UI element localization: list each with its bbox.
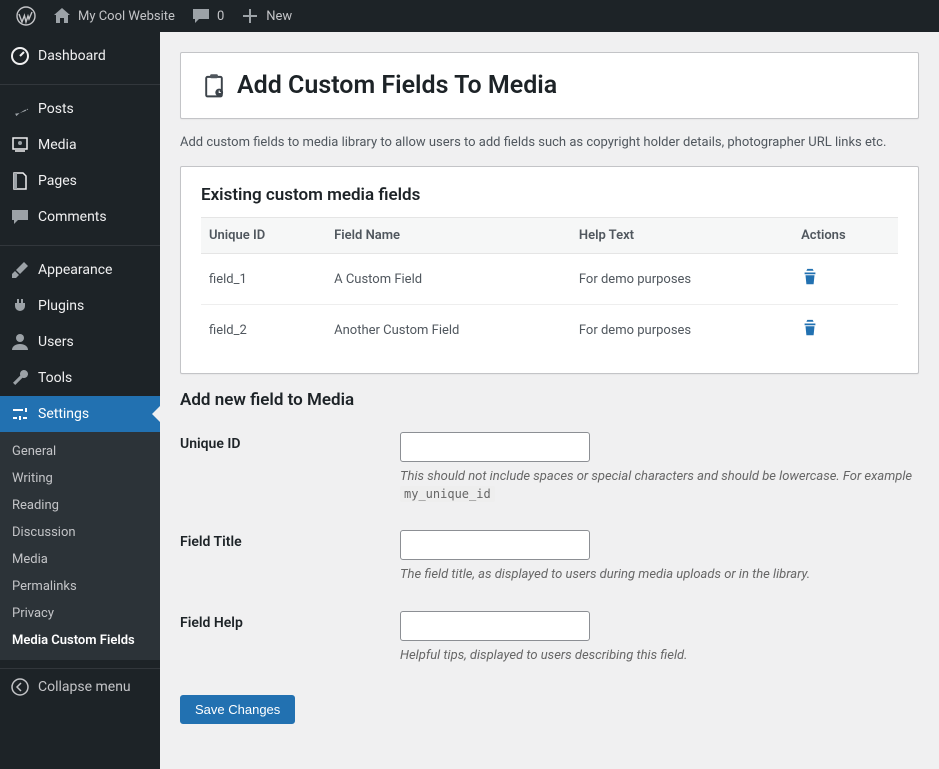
- page-title: Add Custom Fields To Media: [237, 71, 557, 100]
- site-name: My Cool Website: [78, 9, 175, 24]
- wp-logo[interactable]: [8, 0, 44, 32]
- media-icon: [10, 135, 30, 155]
- submenu-media[interactable]: Media: [0, 546, 160, 573]
- comment-icon: [191, 6, 211, 26]
- sidebar-item-settings[interactable]: Settings: [0, 396, 160, 432]
- sidebar-item-label: Plugins: [38, 298, 84, 314]
- sidebar-item-label: Posts: [38, 101, 74, 117]
- cell-help: For demo purposes: [571, 254, 793, 305]
- add-field-form: Add new field to Media Unique ID This sh…: [180, 390, 919, 724]
- sidebar-item-plugins[interactable]: Plugins: [0, 288, 160, 324]
- sidebar-item-tools[interactable]: Tools: [0, 360, 160, 396]
- cell-help: For demo purposes: [571, 305, 793, 356]
- sidebar-item-comments[interactable]: Comments: [0, 199, 160, 235]
- wordpress-icon: [16, 6, 36, 26]
- unique-id-input[interactable]: [400, 432, 590, 462]
- sidebar-item-label: Comments: [38, 209, 107, 225]
- field-title-input[interactable]: [400, 530, 590, 560]
- submenu-permalinks[interactable]: Permalinks: [0, 573, 160, 600]
- page-icon: [10, 171, 30, 191]
- dashboard-icon: [10, 46, 30, 66]
- main-content: Add Custom Fields To Media Add custom fi…: [160, 32, 939, 769]
- collapse-icon: [10, 677, 30, 697]
- page-title-card: Add Custom Fields To Media: [180, 52, 919, 119]
- sidebar-item-label: Settings: [38, 406, 89, 422]
- table-row: field_2 Another Custom Field For demo pu…: [201, 305, 898, 356]
- th-id: Unique ID: [201, 218, 326, 254]
- field-title-hint: The field title, as displayed to users d…: [400, 566, 919, 584]
- existing-fields-card: Existing custom media fields Unique ID F…: [180, 166, 919, 374]
- home-icon: [52, 6, 72, 26]
- brush-icon: [10, 260, 30, 280]
- plus-icon: [240, 6, 260, 26]
- admin-bar: My Cool Website 0 New: [0, 0, 939, 32]
- sidebar-item-dashboard[interactable]: Dashboard: [0, 38, 160, 74]
- settings-submenu: General Writing Reading Discussion Media…: [0, 432, 160, 660]
- collapse-label: Collapse menu: [38, 679, 131, 695]
- th-actions: Actions: [793, 218, 898, 254]
- cell-name: Another Custom Field: [326, 305, 571, 356]
- field-help-label: Field Help: [180, 611, 400, 631]
- unique-id-label: Unique ID: [180, 432, 400, 452]
- sidebar-item-label: Media: [38, 137, 77, 153]
- th-name: Field Name: [326, 218, 571, 254]
- admin-sidebar: Dashboard Posts Media Pages Comments: [0, 32, 160, 769]
- comment-icon: [10, 207, 30, 227]
- submenu-media-custom-fields[interactable]: Media Custom Fields: [0, 627, 160, 654]
- save-button[interactable]: Save Changes: [180, 695, 295, 724]
- fields-table: Unique ID Field Name Help Text Actions f…: [201, 217, 898, 355]
- cell-id: field_1: [201, 254, 326, 305]
- field-help-hint: Helpful tips, displayed to users describ…: [400, 647, 919, 665]
- add-heading: Add new field to Media: [180, 390, 919, 410]
- submenu-general[interactable]: General: [0, 438, 160, 465]
- unique-id-hint: This should not include spaces or specia…: [400, 468, 919, 504]
- sidebar-item-pages[interactable]: Pages: [0, 163, 160, 199]
- sidebar-item-posts[interactable]: Posts: [0, 91, 160, 127]
- submenu-reading[interactable]: Reading: [0, 492, 160, 519]
- sidebar-item-label: Tools: [38, 370, 72, 386]
- comments-link[interactable]: 0: [183, 0, 232, 32]
- sidebar-item-label: Dashboard: [38, 48, 106, 64]
- delete-button[interactable]: [801, 275, 819, 290]
- field-help-input[interactable]: [400, 611, 590, 641]
- sidebar-item-media[interactable]: Media: [0, 127, 160, 163]
- wrench-icon: [10, 368, 30, 388]
- comments-count: 0: [217, 9, 224, 24]
- submenu-privacy[interactable]: Privacy: [0, 600, 160, 627]
- cell-name: A Custom Field: [326, 254, 571, 305]
- trash-icon: [801, 268, 819, 286]
- sidebar-item-label: Pages: [38, 173, 77, 189]
- sidebar-item-appearance[interactable]: Appearance: [0, 252, 160, 288]
- site-link[interactable]: My Cool Website: [44, 0, 183, 32]
- existing-heading: Existing custom media fields: [201, 185, 898, 205]
- trash-icon: [801, 319, 819, 337]
- sidebar-item-users[interactable]: Users: [0, 324, 160, 360]
- page-description: Add custom fields to media library to al…: [180, 135, 919, 150]
- new-label: New: [266, 9, 292, 24]
- submenu-discussion[interactable]: Discussion: [0, 519, 160, 546]
- delete-button[interactable]: [801, 326, 819, 341]
- th-help: Help Text: [571, 218, 793, 254]
- user-icon: [10, 332, 30, 352]
- submenu-writing[interactable]: Writing: [0, 465, 160, 492]
- sliders-icon: [10, 404, 30, 424]
- plug-icon: [10, 296, 30, 316]
- cell-id: field_2: [201, 305, 326, 356]
- table-row: field_1 A Custom Field For demo purposes: [201, 254, 898, 305]
- sidebar-item-label: Users: [38, 334, 74, 350]
- pin-icon: [10, 99, 30, 119]
- sidebar-item-label: Appearance: [38, 262, 112, 278]
- collapse-menu[interactable]: Collapse menu: [0, 668, 160, 705]
- clipboard-icon: [201, 73, 227, 99]
- field-title-label: Field Title: [180, 530, 400, 550]
- new-link[interactable]: New: [232, 0, 300, 32]
